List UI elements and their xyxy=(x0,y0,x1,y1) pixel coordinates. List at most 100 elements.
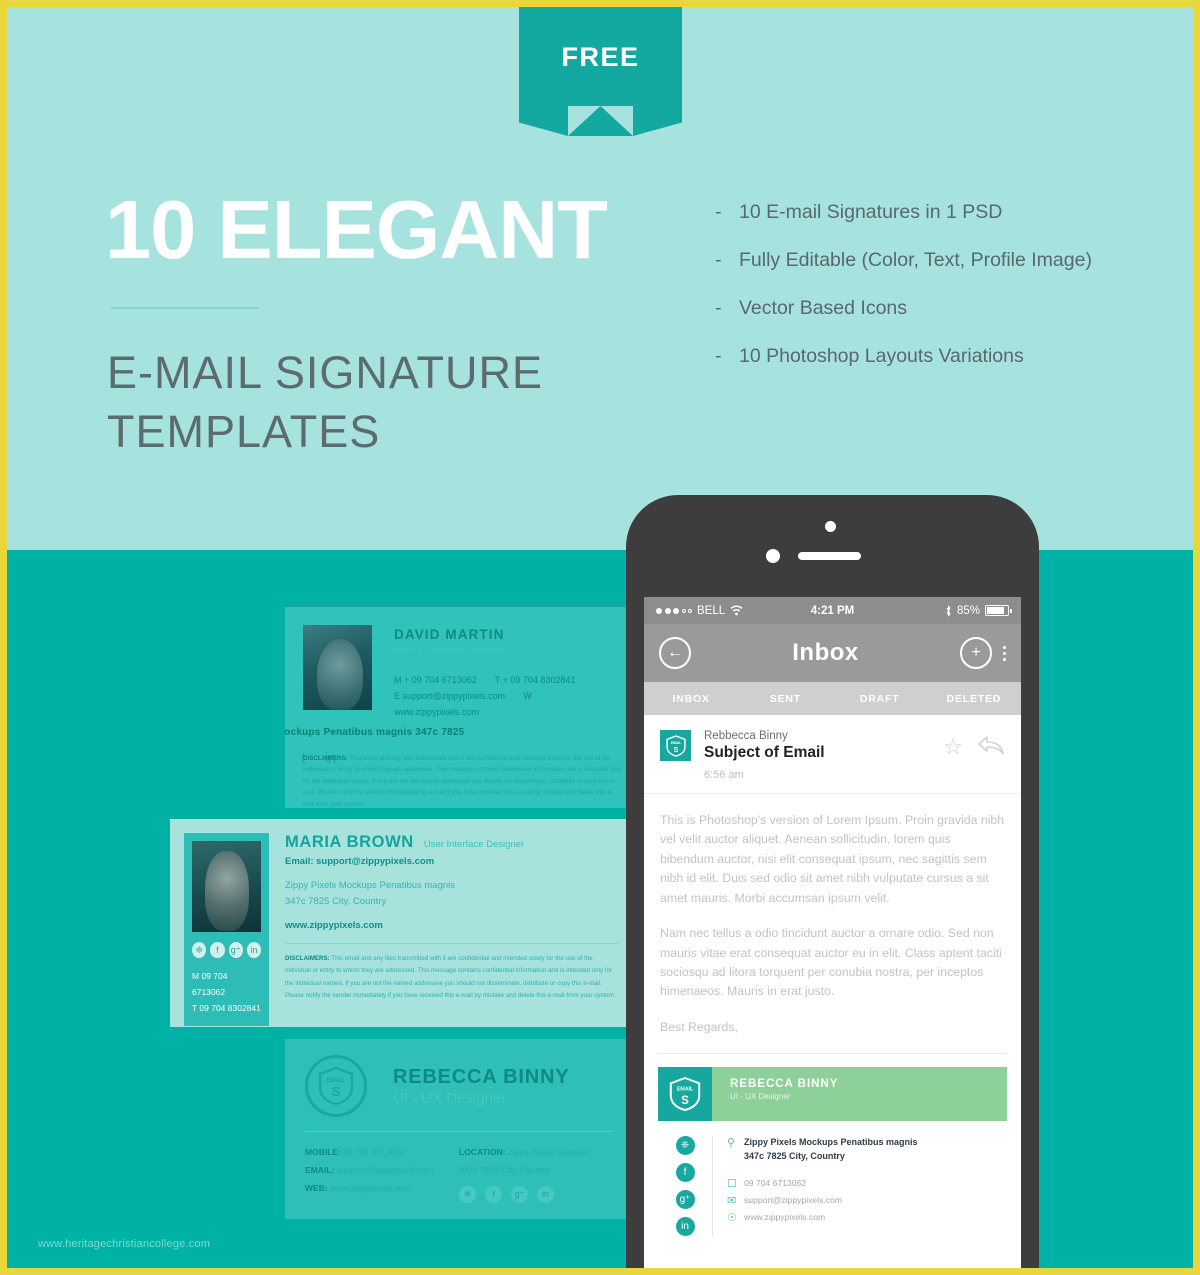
contact-email[interactable]: support@zippypixels.com xyxy=(744,1194,842,1206)
signature-card-maria: ❈ f g⁺ in M 09 704 6713062 T 09 704 8302… xyxy=(170,819,633,1027)
speaker-grille xyxy=(798,552,861,560)
mail-subject: Subject of Email xyxy=(704,744,825,761)
location-row: LOCATION: Zippy Pixels Mockups xyxy=(459,1144,613,1162)
email-label: EMAIL: xyxy=(305,1164,335,1175)
signature-banner: EMAIL S REBECCA BINNY UI - UX Designer xyxy=(658,1067,1007,1122)
contact-name: DAVID MARTIN xyxy=(394,627,505,642)
googleplus-icon[interactable]: g⁺ xyxy=(511,1185,528,1203)
contact-email: Email: support@zippypixels.com xyxy=(285,856,435,867)
web-label: WEB: xyxy=(305,1182,328,1193)
free-ribbon: FREE xyxy=(519,7,682,136)
shield-icon: EMAIL S xyxy=(665,734,686,757)
address-line-1: Zippy Pixels Mockups Penatibus magnis xyxy=(744,1137,918,1148)
divider xyxy=(285,943,619,945)
mail-paragraph-2: Nam nec tellus a odio tincidunt auctor a… xyxy=(660,926,1002,999)
facebook-icon[interactable]: f xyxy=(210,942,225,958)
twitter-icon[interactable]: ❈ xyxy=(675,1136,695,1156)
tab-sent[interactable]: SENT xyxy=(738,693,832,705)
tab-deleted[interactable]: DELETED xyxy=(927,693,1021,705)
feature-list: - 10 E-mail Signatures in 1 PSD - Fully … xyxy=(715,201,1145,393)
feature-label: Fully Editable (Color, Text, Profile Ima… xyxy=(739,249,1092,271)
clock-label: 4:21 PM xyxy=(810,604,855,617)
sender-avatar: EMAIL S xyxy=(660,730,691,761)
googleplus-icon[interactable]: g⁺ xyxy=(675,1190,695,1210)
contact-role: User Interface Designer xyxy=(423,839,525,850)
bullet-dash: - xyxy=(715,201,722,223)
contact-website[interactable]: www.zippypixels.com xyxy=(744,1211,825,1223)
status-left: BELL xyxy=(656,605,811,617)
linkedin-icon[interactable]: in xyxy=(537,1185,554,1203)
mail-paragraph-1: This is Photoshop's version of Lorem Ips… xyxy=(660,813,1005,905)
battery-icon xyxy=(985,605,1012,616)
ribbon-tail-right xyxy=(633,106,682,136)
address-line-2: 347c 7825 City, Country xyxy=(285,895,387,907)
googleplus-icon[interactable]: g⁺ xyxy=(228,942,243,958)
wifi-icon xyxy=(730,605,743,616)
nav-bar: ← Inbox + xyxy=(644,624,1021,682)
facebook-icon[interactable]: f xyxy=(675,1163,695,1183)
address-line-1: Zippy Pixels Mockups Penatibus magnis xyxy=(285,880,456,891)
contact-role: Web | Graphics Designer xyxy=(394,645,509,656)
map-pin-icon: ⚲ xyxy=(727,1137,736,1150)
contact-tel: T 09 704 8302841 xyxy=(192,1003,261,1014)
avatar xyxy=(192,841,261,932)
contact-address: Zippy Pixels Mockups Penatibus magnis 34… xyxy=(285,878,619,909)
avatar xyxy=(303,625,372,710)
more-vertical-icon[interactable] xyxy=(1003,645,1006,661)
signature-details: ❈ f g⁺ in ⚲ Zippy Pixels Mockups Penatib… xyxy=(658,1136,1007,1237)
shield-icon: EMAIL S xyxy=(669,1077,701,1112)
star-icon[interactable]: ☆ xyxy=(943,734,963,781)
email-signature: EMAIL S REBECCA BINNY UI - UX Designer ❈… xyxy=(658,1053,1007,1237)
subtitle-line-2: TEMPLATES xyxy=(107,406,381,458)
page-title: Inbox xyxy=(792,639,859,666)
feature-label: 10 Photoshop Layouts Variations xyxy=(739,345,1024,367)
location-value: Zippy Pixels Mockups xyxy=(507,1147,591,1157)
status-bar: BELL 4:21 PM 85% xyxy=(644,597,1021,624)
ribbon-label: FREE xyxy=(561,42,640,72)
maria-content: MARIA BROWN User Interface Designer Emai… xyxy=(285,833,619,1026)
svg-text:S: S xyxy=(332,1084,341,1099)
david-contact-block: M + 09 704 6713062 T + 09 704 8302841 E s… xyxy=(394,673,613,720)
web-value: www.zippypixels.com xyxy=(330,1182,411,1193)
title-divider xyxy=(111,307,259,309)
address-line-2: 347c 7825 City, Country xyxy=(744,1150,845,1161)
bullet-dash: - xyxy=(715,249,722,271)
facebook-icon[interactable]: f xyxy=(485,1185,502,1203)
contact-role: UI - UX Designer xyxy=(730,1092,791,1102)
twitter-icon[interactable]: ❈ xyxy=(192,942,207,958)
signature-card-rebecca: EMAIL S REBECCA BINNY UI - UX Designer M… xyxy=(285,1039,633,1219)
page-subtitle: E-MAIL SIGNATURE TEMPLATES xyxy=(107,343,667,462)
address-row: ⚲ Zippy Pixels Mockups Penatibus magnis … xyxy=(727,1136,1007,1163)
tab-inbox[interactable]: INBOX xyxy=(644,693,738,705)
contact-role: UI - UX Designer xyxy=(393,1089,507,1107)
signal-dots-icon xyxy=(656,607,692,614)
plus-icon[interactable]: + xyxy=(960,637,992,669)
feature-item: - Vector Based Icons xyxy=(715,297,1145,320)
page-title: 10 ELEGANT xyxy=(105,183,608,276)
maria-layout: ❈ f g⁺ in M 09 704 6713062 T 09 704 8302… xyxy=(184,833,619,1027)
svg-text:S: S xyxy=(673,745,678,754)
rebecca-header: EMAIL S REBECCA BINNY UI - UX Designer xyxy=(305,1055,613,1117)
reply-icon[interactable] xyxy=(977,734,1005,756)
tab-draft[interactable]: DRAFT xyxy=(833,693,927,705)
location-value-2: 347c 7825 City, Country xyxy=(459,1164,550,1175)
signature-contact-block: ⚲ Zippy Pixels Mockups Penatibus magnis … xyxy=(727,1136,1007,1236)
ribbon-tail-left xyxy=(519,106,568,136)
maria-phone-block: M 09 704 6713062 T 09 704 8302841 xyxy=(192,968,261,1016)
rebecca-right-col: LOCATION: Zippy Pixels Mockups 347c 7825… xyxy=(459,1144,613,1203)
twitter-icon[interactable]: ❈ xyxy=(459,1185,476,1203)
contact-web[interactable]: www.zippypixels.com xyxy=(285,920,619,931)
svg-text:EMAIL: EMAIL xyxy=(677,1087,694,1093)
shield-icon: EMAIL S xyxy=(318,1066,354,1106)
contact-name: MARIA BROWN xyxy=(285,833,414,851)
linkedin-icon[interactable]: in xyxy=(675,1217,695,1237)
back-arrow-icon[interactable]: ← xyxy=(659,637,691,669)
mobile-label: MOBILE: xyxy=(305,1147,341,1157)
social-links: ❈ f g⁺ in xyxy=(192,942,261,958)
david-phone-row: M + 09 704 6713062 T + 09 704 8302841 xyxy=(394,673,613,689)
svg-text:S: S xyxy=(681,1095,689,1107)
feature-item: - 10 E-mail Signatures in 1 PSD xyxy=(715,201,1145,224)
linkedin-icon[interactable]: in xyxy=(246,942,261,958)
maria-name-row: MARIA BROWN User Interface Designer xyxy=(285,833,619,852)
